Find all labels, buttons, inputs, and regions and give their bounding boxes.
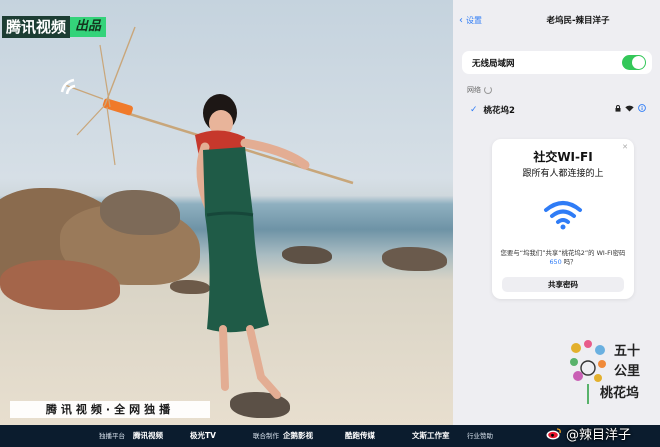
show-logo: 五十 公里 桃花坞: [566, 338, 658, 408]
dialog-message: 您要与“坞我们”共享“桃花坞2”的 WI-FI密码 650 吗？: [498, 249, 628, 268]
show-photo: 腾讯视频 出品 腾讯视频·全网独播: [0, 0, 453, 425]
platform-logo-2: 极光TV: [190, 431, 216, 440]
wifi-toggle[interactable]: [622, 55, 646, 70]
toggle-knob: [632, 56, 645, 69]
coproduction-logo-2: 酷跑传媒: [345, 431, 375, 440]
lock-icon: [615, 104, 621, 112]
message-text: 您要与“坞我们”共享“桃花坞2”的 WI-FI密码: [500, 249, 626, 257]
logo-text-line3: 桃花坞: [600, 386, 640, 401]
wifi-signal-icon: [625, 105, 634, 111]
coproduction-logo-1: 企鹅影视: [283, 431, 313, 440]
studio-logo: 文斯工作室: [412, 431, 450, 440]
chevron-left-icon: ‹: [459, 15, 463, 26]
platform-label: 独播平台: [99, 432, 125, 440]
dialog-title: 社交WI-FI: [533, 150, 593, 164]
back-button[interactable]: ‹ 设置: [459, 15, 482, 26]
wifi-label: 无线局域网: [472, 58, 515, 69]
screenshot-frame: 腾讯视频 出品 腾讯视频·全网独播 ‹ 设置 老坞民-辣目洋子 无线局域网 网络…: [0, 0, 660, 447]
share-password-dialog: ✕ 社交WI-FI 跟所有人都连接的上 您要与“坞我们”共享“桃花坞2”的 WI…: [492, 139, 634, 299]
loading-spinner-icon: [484, 86, 492, 94]
weibo-logo-icon: [546, 428, 561, 440]
weibo-watermark: @辣目洋子: [546, 420, 631, 447]
network-row[interactable]: ✓ 桃花坞2: [462, 99, 652, 120]
coproduction-label: 联合制作: [253, 432, 279, 440]
networks-header: 网络: [467, 85, 492, 95]
wifi-toggle-row: 无线局域网: [462, 51, 652, 74]
wifi-settings-panel: ‹ 设置 老坞民-辣目洋子 无线局域网 网络 ✓ 桃花坞2 ✕ 社交WI-FI: [453, 0, 660, 425]
page-title: 老坞民-辣目洋子: [546, 16, 610, 26]
message-text-end: 吗？: [563, 258, 577, 267]
rock: [382, 247, 447, 271]
message-count: 650: [549, 258, 562, 267]
logo-text-line2: 公里: [614, 364, 641, 379]
wifi-icon: [544, 201, 582, 230]
brand-name: 腾讯视频: [2, 16, 71, 38]
logo-text-line1: 五十: [614, 344, 641, 359]
info-icon[interactable]: [638, 104, 646, 112]
wifi-signal-icon: [60, 78, 76, 95]
broadcast-caption: 腾讯视频·全网独播: [10, 401, 210, 418]
network-status-icons: [615, 104, 646, 112]
woman-with-antenna-figure: [64, 26, 354, 399]
platform-logo-1: 腾讯视频: [133, 431, 163, 440]
weibo-handle: @辣目洋子: [566, 428, 632, 443]
network-name: 桃花坞2: [483, 105, 515, 116]
back-label: 设置: [466, 16, 482, 25]
dialog-subtitle: 跟所有人都连接的上: [522, 169, 604, 179]
brand-tag: 出品: [70, 17, 107, 37]
sponsor-label: 行业赞助: [467, 432, 493, 440]
share-password-button[interactable]: 共享密码: [502, 277, 624, 292]
networks-label: 网络: [467, 86, 481, 94]
checkmark-icon: ✓: [470, 104, 478, 115]
tencent-video-badge: 腾讯视频 出品: [2, 16, 107, 38]
